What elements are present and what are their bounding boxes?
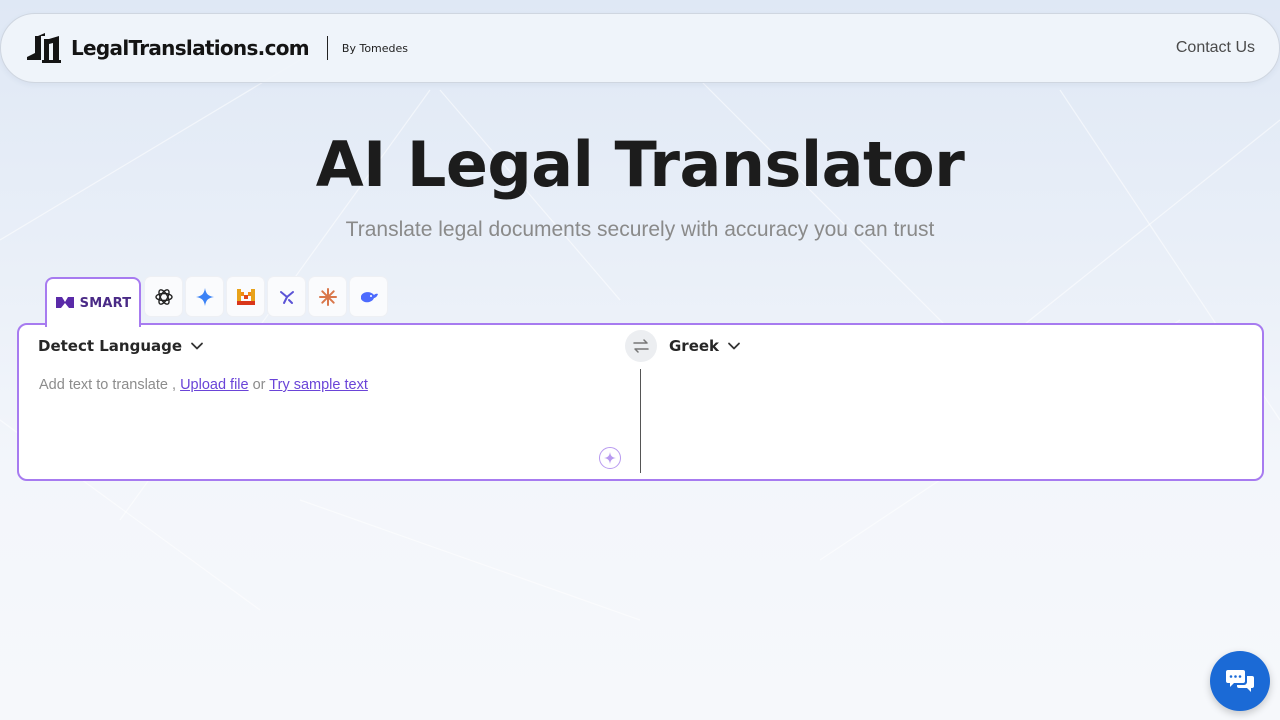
gemini-sparkle-icon <box>195 287 214 306</box>
placeholder-text: Add text to translate , <box>39 377 177 393</box>
source-text-input[interactable]: Add text to translate , Upload file or T… <box>39 377 368 393</box>
ai-assist-button[interactable] <box>599 447 621 469</box>
try-sample-text-link[interactable]: Try sample text <box>269 377 368 393</box>
source-language-select[interactable]: Detect Language <box>38 337 204 355</box>
tab-openai[interactable] <box>145 277 182 316</box>
tab-deepseek[interactable] <box>350 277 387 316</box>
tab-smart[interactable]: SMART <box>45 277 141 327</box>
brand-divider <box>326 36 328 60</box>
panel-divider <box>640 369 641 473</box>
contact-us-link[interactable]: Contact Us <box>1176 39 1255 57</box>
model-tabs: SMART <box>45 277 387 327</box>
or-text: or <box>252 377 266 393</box>
chevron-down-icon <box>728 342 740 350</box>
page-subtitle: Translate legal documents securely with … <box>345 218 935 241</box>
brand[interactable]: LegalTranslations.com By Tomedes <box>25 33 408 63</box>
target-language-select[interactable]: Greek <box>669 337 741 355</box>
tab-gemini[interactable] <box>186 277 223 316</box>
chat-bubbles-icon <box>1226 670 1254 692</box>
chevron-down-icon <box>191 342 203 350</box>
mistral-icon <box>236 288 255 305</box>
openai-icon <box>154 288 173 305</box>
tab-smart-label: SMART <box>79 295 132 311</box>
sparkle-icon <box>604 452 616 464</box>
target-language-label: Greek <box>669 337 720 355</box>
deepseek-whale-icon <box>360 291 378 302</box>
translator-box: Detect Language Greek Add text to transl… <box>17 323 1264 481</box>
tab-mistral[interactable] <box>227 277 264 316</box>
swap-languages-button[interactable] <box>625 330 657 362</box>
brand-name: LegalTranslations.com <box>71 36 310 60</box>
legal-translations-logo-icon <box>27 33 61 63</box>
source-language-label: Detect Language <box>38 337 183 355</box>
site-header: LegalTranslations.com By Tomedes Contact… <box>0 13 1280 83</box>
upload-file-link[interactable]: Upload file <box>180 377 249 393</box>
chat-widget-button[interactable] <box>1210 651 1270 711</box>
page-title: AI Legal Translator <box>315 128 965 201</box>
smart-logo-icon <box>55 297 74 308</box>
claude-icon <box>318 287 337 306</box>
brand-byline: By Tomedes <box>341 41 409 55</box>
swap-arrows-icon <box>633 339 649 353</box>
tab-claude[interactable] <box>309 277 346 316</box>
tab-perplexity[interactable] <box>268 277 305 316</box>
perplexity-icon <box>279 290 294 304</box>
